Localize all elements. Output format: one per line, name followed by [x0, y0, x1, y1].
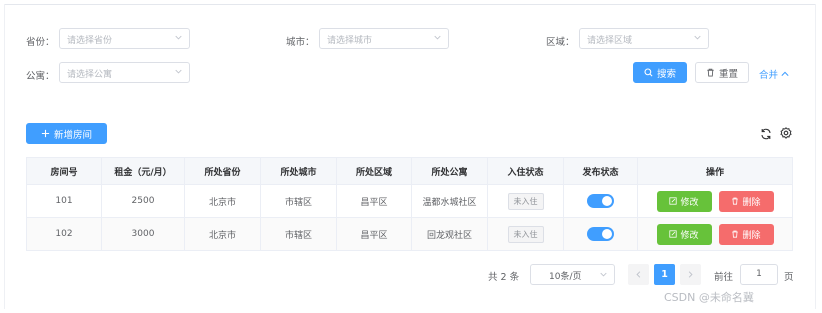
- next-page-button[interactable]: [680, 264, 701, 285]
- chevron-up-icon: [781, 71, 789, 76]
- cell-checkin-status: 未入住: [488, 185, 564, 218]
- col-rent: 租金（元/月）: [102, 158, 185, 185]
- edit-icon: [669, 230, 678, 238]
- cell-actions: 修改 删除: [638, 185, 793, 218]
- toggle-knob: [602, 229, 612, 239]
- chevron-left-icon: [636, 271, 641, 278]
- table-row: 102 3000 北京市 市辖区 昌平区 回龙观社区 未入住 修改 删除: [27, 218, 793, 251]
- cell-district: 昌平区: [337, 218, 412, 251]
- trash-icon: [707, 68, 714, 77]
- trash-icon: [732, 230, 739, 238]
- add-room-label: 新增房间: [53, 129, 92, 141]
- edit-icon: [669, 197, 678, 205]
- city-select[interactable]: 请选择城市: [319, 28, 449, 49]
- goto-page-input[interactable]: 1: [740, 264, 778, 285]
- watermark: CSDN @未命名冀: [664, 291, 754, 304]
- cell-rent: 2500: [102, 185, 185, 218]
- col-province: 所处省份: [185, 158, 261, 185]
- card-border-right: [815, 4, 816, 309]
- delete-button[interactable]: 删除: [718, 223, 774, 245]
- col-actions: 操作: [638, 158, 793, 185]
- cell-city: 市辖区: [261, 218, 337, 251]
- search-button[interactable]: 搜索: [633, 62, 687, 83]
- chevron-down-icon: [175, 69, 182, 74]
- page: 省份： 请选择省份 城市： 请选择城市 区域： 请选择区域 公寓： 请选择公寓 …: [0, 0, 822, 313]
- settings-icon[interactable]: [780, 127, 792, 139]
- edit-button[interactable]: 修改: [656, 223, 712, 245]
- cell-publish-status: [564, 185, 638, 218]
- plus-icon: [41, 129, 50, 138]
- province-select[interactable]: 请选择省份: [59, 28, 190, 49]
- search-icon: [644, 68, 653, 77]
- page-size-select[interactable]: 10条/页: [530, 264, 615, 285]
- city-placeholder: 请选择城市: [327, 36, 373, 46]
- goto-prefix: 前往: [714, 272, 734, 283]
- checkin-status-tag: 未入住: [507, 192, 544, 210]
- card-border-left: [4, 4, 5, 309]
- edit-label: 修改: [680, 230, 699, 241]
- table-header-row: 房间号 租金（元/月） 所处省份 所处城市 所处区域 所处公寓 入住状态 发布状…: [27, 158, 793, 185]
- delete-label: 删除: [742, 197, 761, 208]
- collapse-label: 合并: [759, 70, 779, 81]
- chevron-down-icon: [600, 272, 607, 277]
- cell-apartment: 温都水城社区: [412, 185, 488, 218]
- city-label: 城市：: [286, 37, 315, 48]
- cell-province: 北京市: [185, 185, 261, 218]
- district-placeholder: 请选择区域: [587, 36, 633, 46]
- refresh-icon[interactable]: [760, 128, 772, 140]
- cell-apartment: 回龙观社区: [412, 218, 488, 251]
- province-label: 省份：: [26, 37, 55, 48]
- publish-toggle[interactable]: [587, 227, 614, 241]
- apartment-label: 公寓：: [26, 71, 55, 82]
- trash-icon: [732, 197, 739, 205]
- cell-room-no: 102: [27, 218, 102, 251]
- checkin-status-tag: 未入住: [507, 225, 544, 243]
- cell-province: 北京市: [185, 218, 261, 251]
- delete-label: 删除: [742, 230, 761, 241]
- cell-room-no: 101: [27, 185, 102, 218]
- delete-button[interactable]: 删除: [718, 190, 774, 212]
- col-checkin-status: 入住状态: [488, 158, 564, 185]
- collapse-toggle[interactable]: 合并: [759, 67, 789, 81]
- chevron-right-icon: [688, 271, 693, 278]
- cell-publish-status: [564, 218, 638, 251]
- rooms-table: 房间号 租金（元/月） 所处省份 所处城市 所处区域 所处公寓 入住状态 发布状…: [26, 157, 793, 251]
- reset-button-label: 重置: [718, 68, 738, 80]
- col-publish-status: 发布状态: [564, 158, 638, 185]
- apartment-placeholder: 请选择公寓: [67, 70, 113, 80]
- district-select[interactable]: 请选择区域: [579, 28, 709, 49]
- prev-page-button[interactable]: [628, 264, 649, 285]
- chevron-down-icon: [434, 35, 441, 40]
- cell-district: 昌平区: [337, 185, 412, 218]
- chevron-down-icon: [175, 35, 182, 40]
- toggle-knob: [602, 196, 612, 206]
- edit-label: 修改: [680, 197, 699, 208]
- cell-city: 市辖区: [261, 185, 337, 218]
- page-number-button[interactable]: 1: [654, 264, 675, 285]
- pagination-total: 共 2 条: [488, 272, 520, 283]
- col-city: 所处城市: [261, 158, 337, 185]
- district-label: 区域：: [546, 37, 575, 48]
- col-district: 所处区域: [337, 158, 412, 185]
- table-row: 101 2500 北京市 市辖区 昌平区 温都水城社区 未入住 修改 删除: [27, 185, 793, 218]
- card-border-top: [4, 4, 816, 5]
- cell-actions: 修改 删除: [638, 218, 793, 251]
- col-room-no: 房间号: [27, 158, 102, 185]
- province-placeholder: 请选择省份: [67, 36, 113, 46]
- cell-rent: 3000: [102, 218, 185, 251]
- add-room-button[interactable]: 新增房间: [26, 123, 107, 144]
- apartment-select[interactable]: 请选择公寓: [59, 62, 190, 83]
- page-size-value: 10条/页: [549, 272, 582, 282]
- chevron-down-icon: [694, 35, 701, 40]
- search-button-label: 搜索: [656, 68, 676, 80]
- edit-button[interactable]: 修改: [656, 190, 712, 212]
- cell-checkin-status: 未入住: [488, 218, 564, 251]
- reset-button[interactable]: 重置: [695, 62, 749, 83]
- publish-toggle[interactable]: [587, 194, 614, 208]
- col-apartment: 所处公寓: [412, 158, 488, 185]
- goto-suffix: 页: [784, 272, 794, 283]
